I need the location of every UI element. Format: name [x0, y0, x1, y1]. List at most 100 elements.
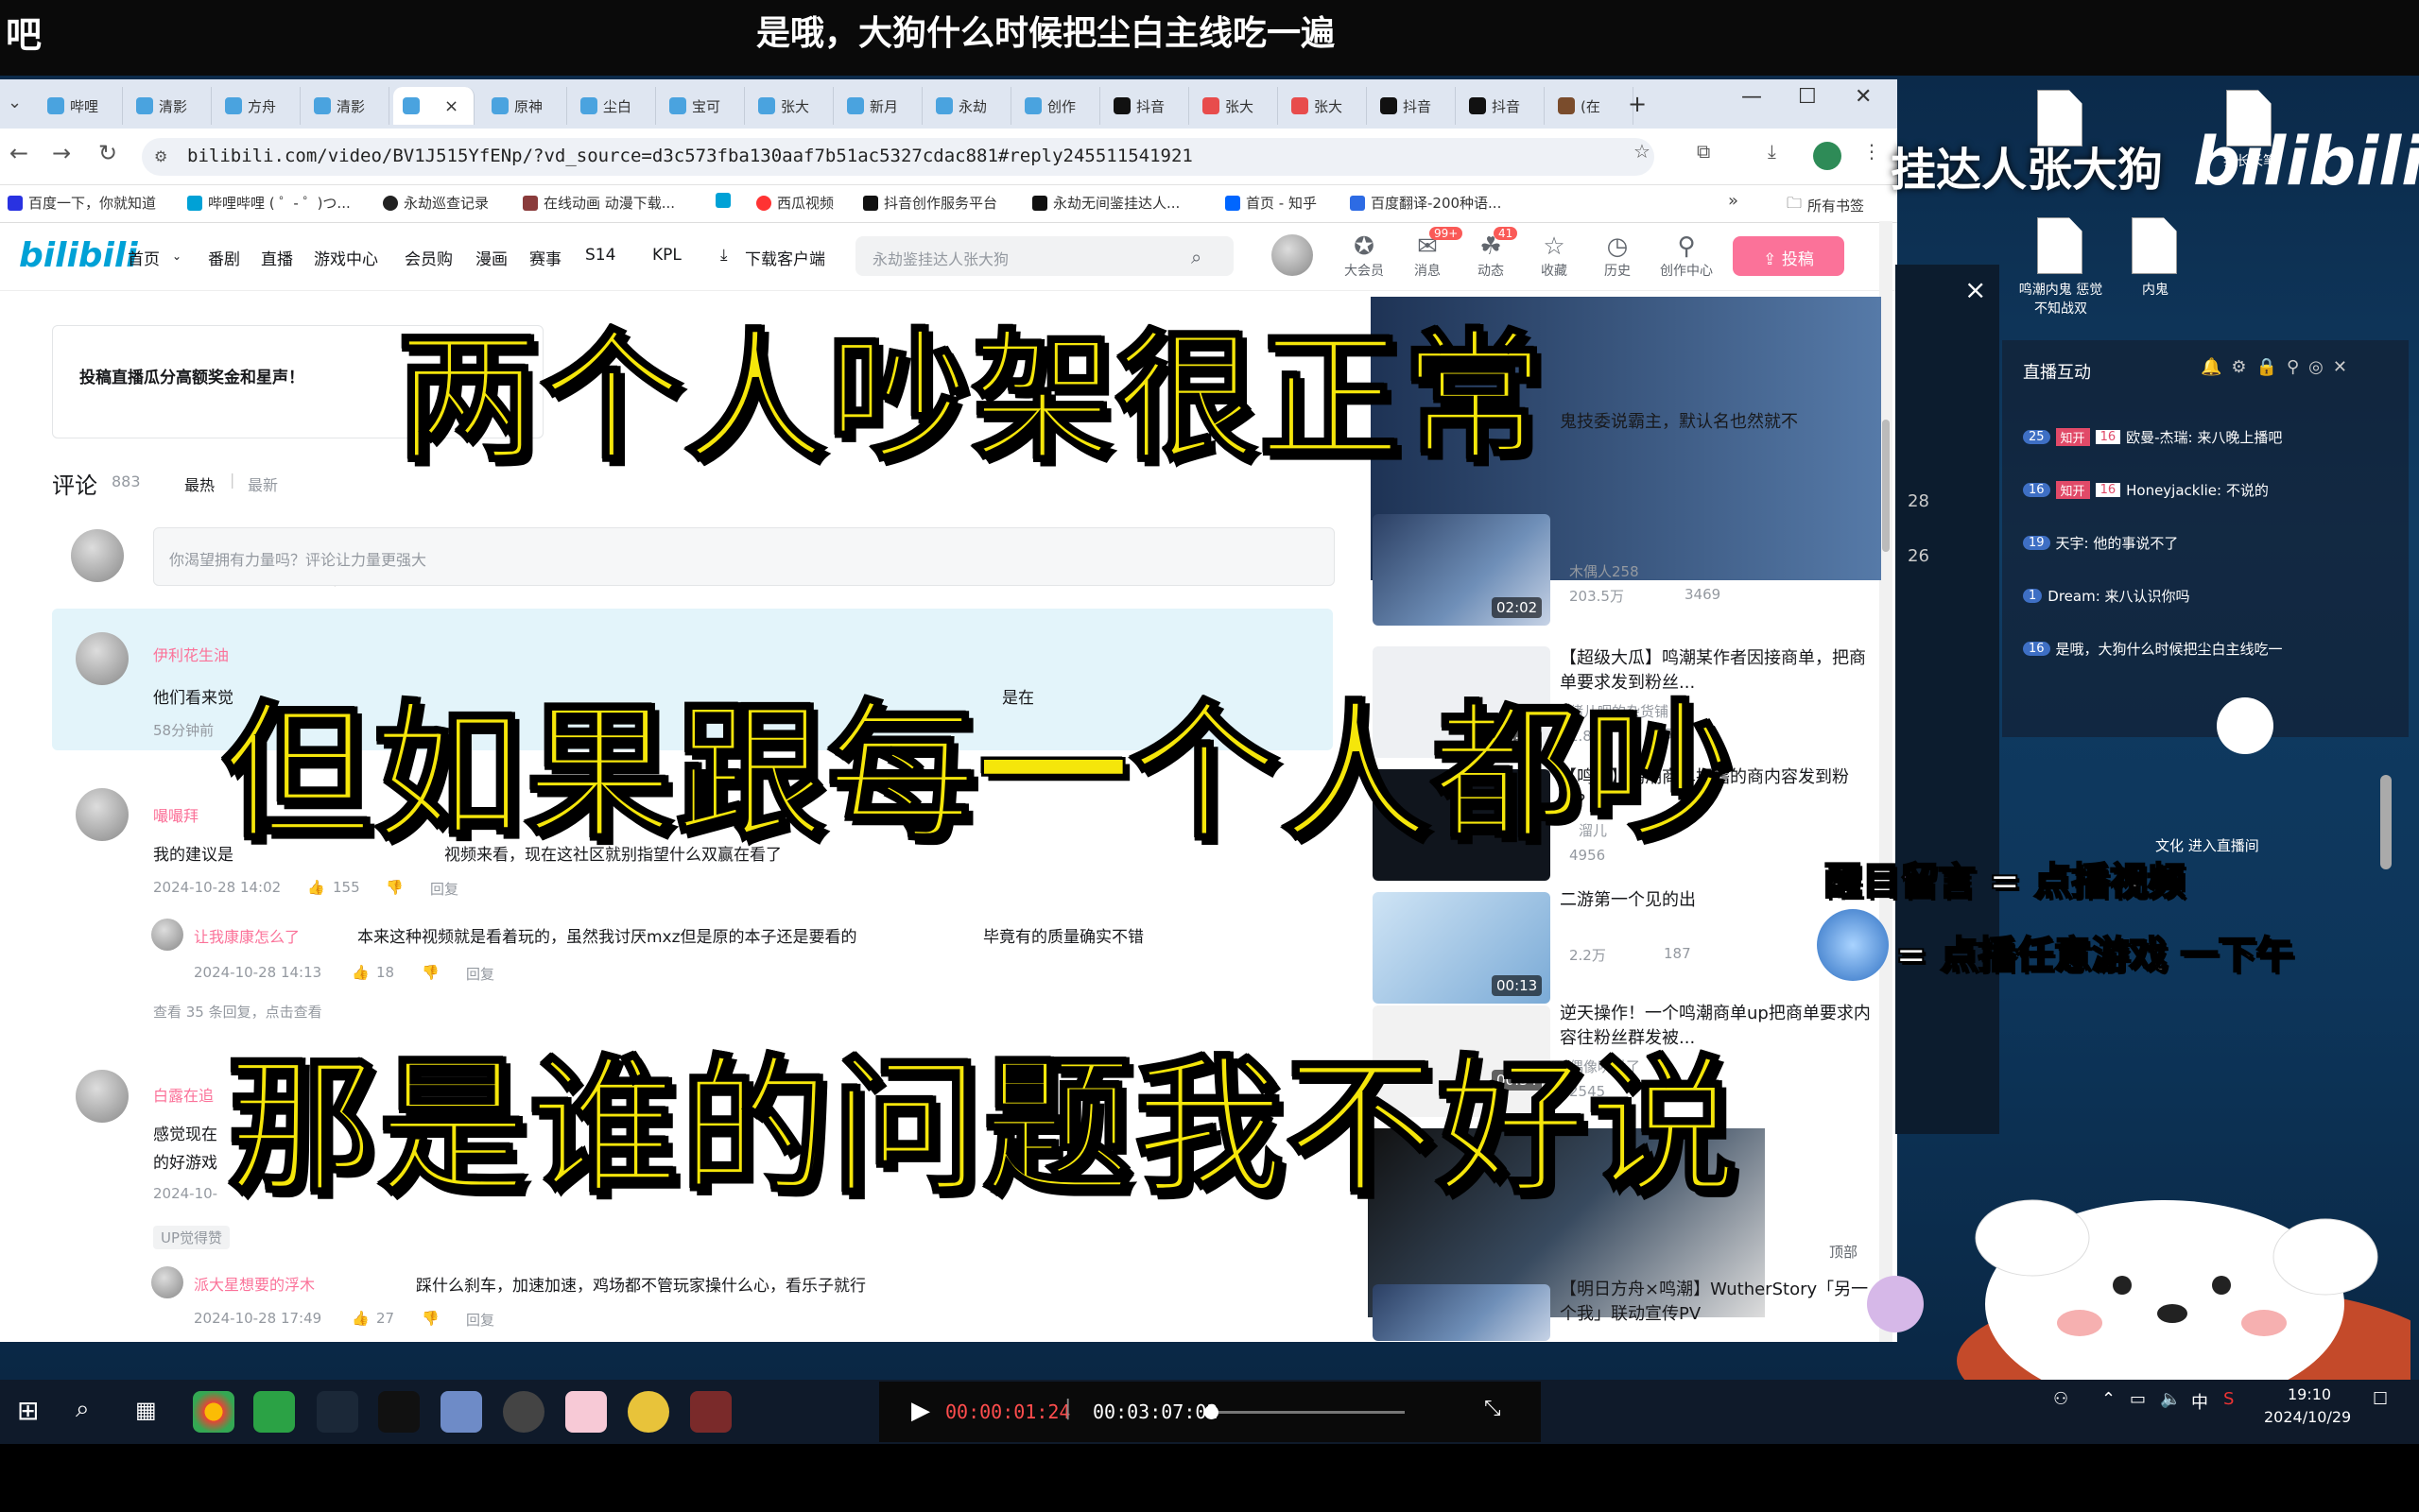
browser-tab[interactable]: 抖音 [1460, 87, 1545, 125]
all-bookmarks[interactable]: 🗀 所有书签 [1787, 193, 1864, 218]
forward-icon[interactable]: → [52, 140, 71, 166]
chevron-down-icon[interactable]: ⌄ [172, 249, 181, 263]
clock-date[interactable]: 2024/10/29 [2264, 1408, 2351, 1426]
commenter-avatar[interactable] [151, 919, 183, 951]
file-icon[interactable] [2037, 90, 2082, 146]
task-view-icon[interactable]: ▦ [135, 1397, 157, 1423]
search-icon[interactable]: ⌕ [1191, 246, 1201, 268]
panel-toolbar-icons[interactable]: 🔔⚙🔒⚲◎✕ [2201, 357, 2357, 377]
browser-tab[interactable]: 哔哩 [38, 87, 123, 125]
browser-tab[interactable]: 尘白 [571, 87, 656, 125]
search-input[interactable]: 永劫鉴挂达人张大狗 [855, 236, 1234, 276]
video-thumb[interactable] [1373, 1284, 1550, 1341]
people-icon[interactable]: ⚇ [2053, 1389, 2068, 1409]
bookmark-item[interactable]: 哔哩哔哩 ( ゜- ゜)つ... [187, 193, 351, 213]
browser-tab[interactable]: 原神 [482, 87, 567, 125]
scrollbar-thumb[interactable] [1882, 420, 1890, 552]
app-icon[interactable] [628, 1391, 669, 1433]
reload-icon[interactable]: ↻ [98, 140, 117, 166]
bookmark-item[interactable]: 西瓜视频 [756, 193, 834, 213]
volume-icon[interactable]: 🔈 [2160, 1389, 2181, 1409]
ime-indicator[interactable]: 中 [2191, 1389, 2208, 1414]
site-info-icon[interactable]: ⚙ [154, 147, 167, 165]
back-icon[interactable]: ← [9, 140, 28, 166]
browser-tab[interactable]: 张大 [1193, 87, 1278, 125]
clock-time[interactable]: 19:10 [2288, 1385, 2331, 1403]
browser-tab[interactable]: 方舟 [216, 87, 301, 125]
bookmark-item[interactable]: 永劫巡查记录 [383, 193, 489, 213]
comment-username[interactable]: 嘬嘬拜 [153, 803, 199, 826]
obs-icon[interactable] [503, 1391, 544, 1433]
tray-expand-icon[interactable]: ⌃ [2101, 1389, 2116, 1409]
sogou-icon[interactable]: S [2223, 1389, 2234, 1409]
extension-icon[interactable]: ⧉ [1697, 140, 1710, 163]
nav-kpl[interactable]: KPL [652, 246, 682, 265]
bookmark-item[interactable]: 永劫无间鉴挂达人... [1032, 193, 1180, 213]
nav-home[interactable]: 首页 [128, 246, 160, 269]
commenter-avatar[interactable] [151, 1266, 183, 1298]
browser-tab[interactable]: 创作 [1015, 87, 1100, 125]
browser-tab[interactable]: 新月 [838, 87, 923, 125]
maximize-icon[interactable]: ☐ [1798, 85, 1817, 109]
close-window-icon[interactable]: ✕ [1855, 85, 1872, 109]
comment-username[interactable]: 派大星想要的浮木 [194, 1272, 315, 1295]
browser-tab-active[interactable]: × [393, 87, 475, 125]
steam-icon[interactable] [317, 1391, 358, 1433]
browser-tab[interactable]: 张大 [749, 87, 834, 125]
reply-button[interactable]: 回复 [466, 964, 494, 984]
comment-input[interactable]: 你渴望拥有力量吗？评论让力量更强大 [153, 527, 1335, 586]
browser-tab[interactable]: 清影 [304, 87, 389, 125]
progress-track[interactable] [1210, 1411, 1405, 1414]
bookmark-item[interactable] [716, 193, 736, 208]
commenter-avatar[interactable] [76, 1070, 129, 1123]
reply-button[interactable]: 回复 [466, 1310, 494, 1330]
comment-username[interactable]: 让我康康怎么了 [194, 924, 300, 947]
nav-download-client[interactable]: 下载客户端 [745, 246, 825, 269]
app-icon[interactable] [565, 1391, 607, 1433]
browser-tab[interactable]: 张大 [1282, 87, 1367, 125]
download-client-icon[interactable]: ⤓ [720, 246, 728, 265]
bookmark-item[interactable]: 首页 - 知乎 [1225, 193, 1317, 213]
url-input[interactable]: bilibili.com/video/BV1J515YfENp/?vd_sour… [142, 138, 1654, 176]
minimize-icon[interactable]: — [1741, 85, 1762, 109]
notification-icon[interactable]: ☐ [2373, 1389, 2388, 1409]
dislike-icon[interactable]: 👎 [386, 879, 404, 896]
profile-avatar[interactable] [1813, 142, 1841, 170]
browser-tab[interactable]: 宝可 [660, 87, 745, 125]
network-icon[interactable]: ▭ [2130, 1389, 2146, 1409]
dislike-icon[interactable]: 👎 [422, 964, 440, 981]
like-icon[interactable]: 👍 [352, 964, 370, 981]
chrome-icon[interactable] [193, 1391, 234, 1433]
reply-button[interactable]: 回复 [430, 879, 458, 899]
browser-tab[interactable]: 永劫 [926, 87, 1011, 125]
play-icon[interactable]: ▶ [911, 1397, 930, 1425]
search-icon[interactable]: ⌕ [76, 1395, 90, 1424]
wechat-icon[interactable] [253, 1391, 295, 1433]
page-scrollbar[interactable] [1879, 221, 1892, 1342]
menu-icon[interactable]: ⋮ [1862, 140, 1881, 163]
bookmark-star-icon[interactable]: ☆ [1633, 140, 1650, 163]
tab-close-icon[interactable]: × [444, 96, 458, 116]
nav-mall[interactable]: 会员购 [405, 246, 453, 269]
file-icon[interactable] [2037, 217, 2082, 274]
header-creator-center[interactable]: ⚲ 创作中心 [1652, 232, 1720, 280]
user-avatar[interactable] [1271, 234, 1313, 276]
sidebar-top-author[interactable]: 木偶人258 [1569, 561, 1639, 581]
tab-list-icon[interactable]: ⌄ [8, 93, 22, 112]
sidebar-top-title[interactable]: 鬼技委说霸主，默认名也然就不 [1560, 410, 1798, 435]
header-vip[interactable]: ✪ 大会员 [1336, 232, 1392, 280]
browser-tab[interactable]: 清影 [127, 87, 212, 125]
nav-s14[interactable]: S14 [585, 246, 615, 265]
like-icon[interactable]: 👍 [352, 1310, 370, 1327]
comment-username[interactable]: 伊利花生油 [153, 643, 229, 665]
back-to-top-button[interactable]: 顶部 [1829, 1242, 1857, 1262]
nav-game-center[interactable]: 游戏中心 [314, 246, 378, 269]
progress-handle[interactable] [1204, 1405, 1218, 1419]
new-tab-icon[interactable]: + [1628, 91, 1647, 117]
comment-username[interactable]: 白露在追 [153, 1083, 214, 1106]
video-title[interactable]: 【明日方舟×鸣潮】WutherStory「另一个我」联动宣传PV [1560, 1278, 1872, 1327]
header-favorites[interactable]: ☆ 收藏 [1526, 232, 1582, 280]
download-icon[interactable]: ⤓ [1768, 140, 1776, 163]
bilibili-logo[interactable]: bilibili [19, 236, 138, 275]
bookmark-item[interactable]: 抖音创作服务平台 [863, 193, 997, 213]
